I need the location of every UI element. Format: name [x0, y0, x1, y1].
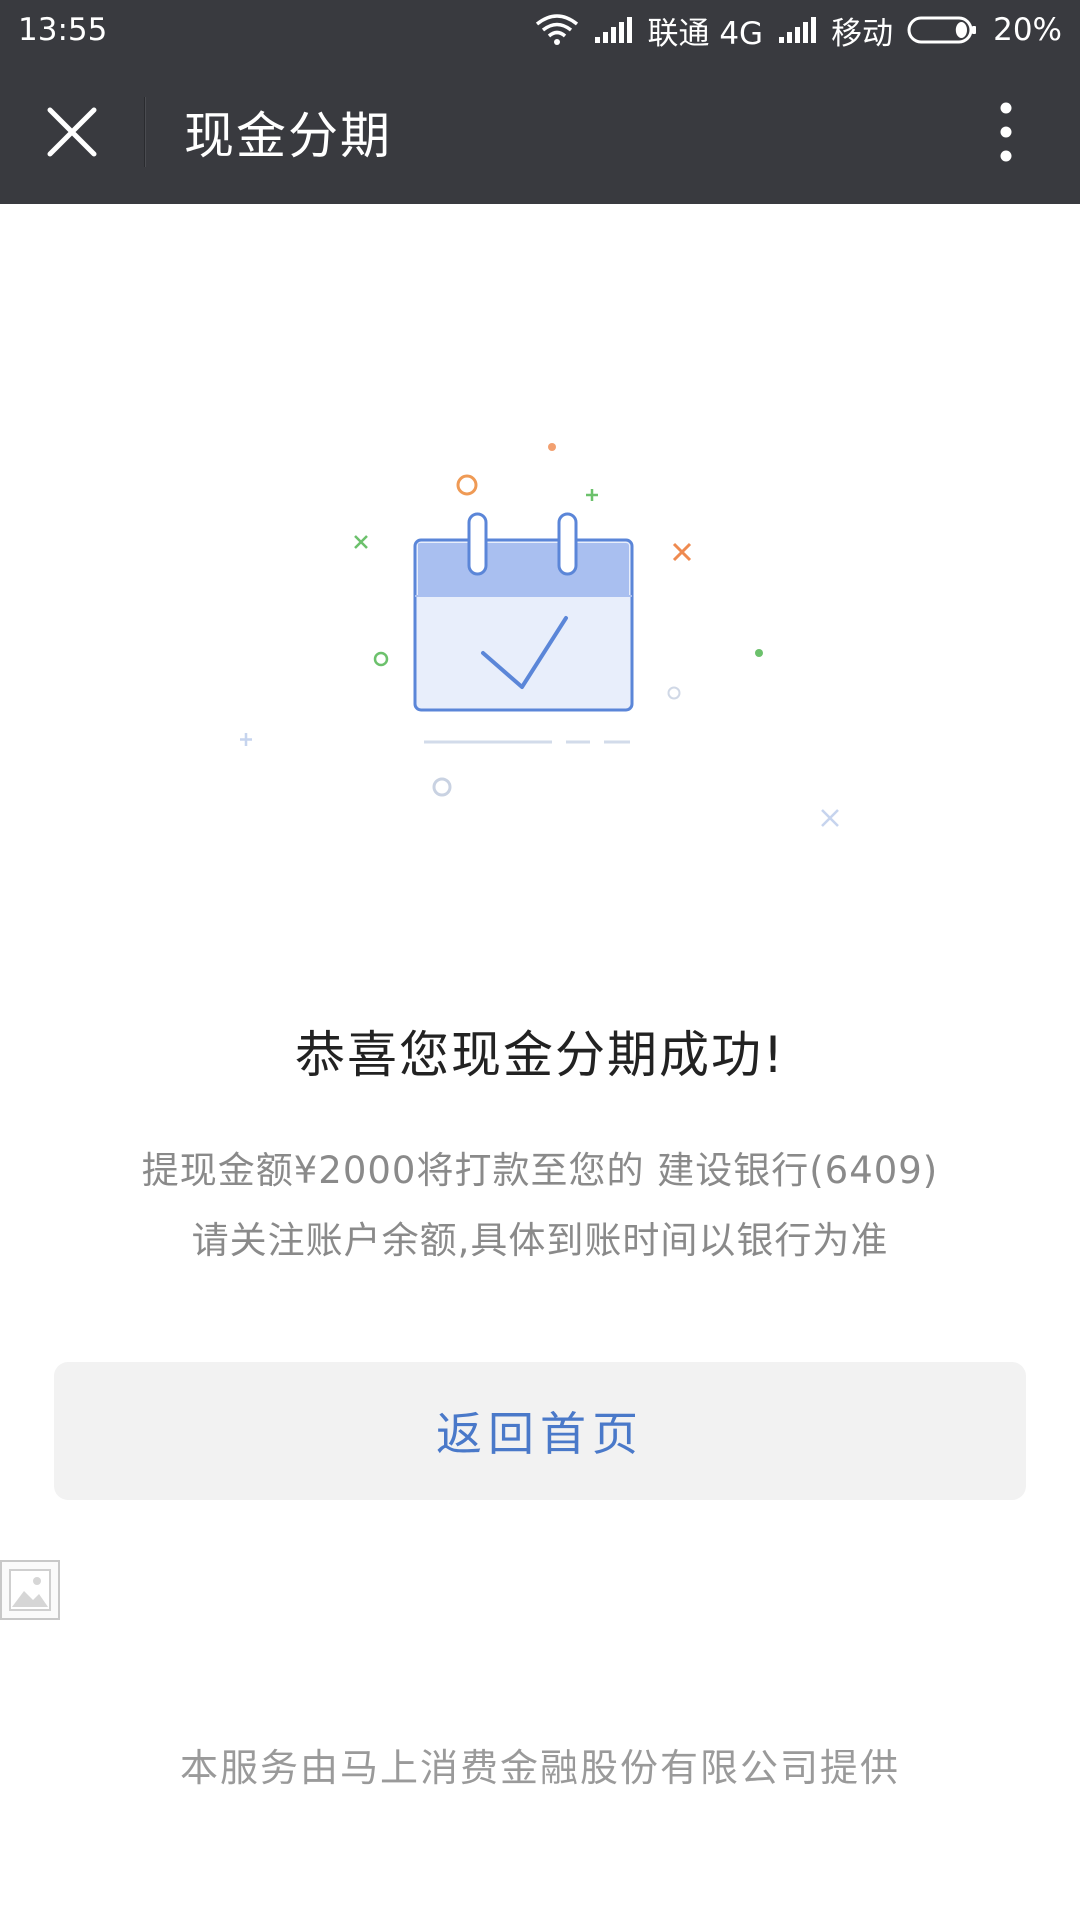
- image-icon: [9, 1569, 51, 1611]
- nav-bar: 现金分期: [0, 60, 1080, 204]
- decoration-cross: [821, 809, 839, 827]
- decoration-circle: [667, 686, 681, 700]
- status-indicators: 联通 4G 移动 20%: [535, 8, 1062, 53]
- wifi-icon: [536, 14, 579, 45]
- calendar-check-icon: [413, 512, 634, 712]
- more-button[interactable]: [956, 80, 1056, 184]
- arrival-notice: 请关注账户余额,具体到账时间以银行为准: [191, 1219, 889, 1262]
- decoration-plus: [240, 733, 252, 746]
- success-title: 恭喜您现金分期成功!: [294, 1026, 786, 1084]
- battery-percent: 20%: [993, 12, 1062, 48]
- nav-divider: [144, 97, 146, 167]
- back-home-button[interactable]: 返回首页: [54, 1362, 1026, 1500]
- decoration-circle: [432, 777, 452, 797]
- carrier-1: 联通 4G: [647, 15, 764, 52]
- close-button[interactable]: [0, 60, 144, 204]
- success-illustration: [240, 443, 839, 827]
- service-provider-footer: 本服务由马上消费金融股份有限公司提供: [179, 1746, 900, 1790]
- decoration-plus: [586, 489, 598, 501]
- decoration-cross: [672, 542, 692, 562]
- decoration-circle: [456, 474, 478, 496]
- withdrawal-detail: 提现金额¥2000将打款至您的 建设银行(6409): [141, 1149, 939, 1192]
- battery-icon: [907, 16, 977, 44]
- decoration-dot: [755, 649, 763, 657]
- status-bar: 13:55 联通 4G 移动 20%: [0, 0, 1080, 60]
- signal-icon: [595, 17, 633, 43]
- broken-image-icon: [0, 1560, 60, 1620]
- status-time: 13:55: [18, 12, 108, 48]
- close-icon: [47, 107, 97, 157]
- signal-icon: [779, 17, 817, 43]
- more-vertical-icon: [1000, 102, 1012, 162]
- decoration-cross: [354, 535, 368, 549]
- page-title: 现金分期: [184, 107, 392, 165]
- decoration-circle: [373, 651, 389, 667]
- decoration-dot: [548, 443, 556, 451]
- success-page: 13:55 联通 4G 移动 20% 现金分期 恭喜您现金分期成功! 提现金额¥…: [0, 0, 1080, 1920]
- carrier-2: 移动: [831, 15, 894, 52]
